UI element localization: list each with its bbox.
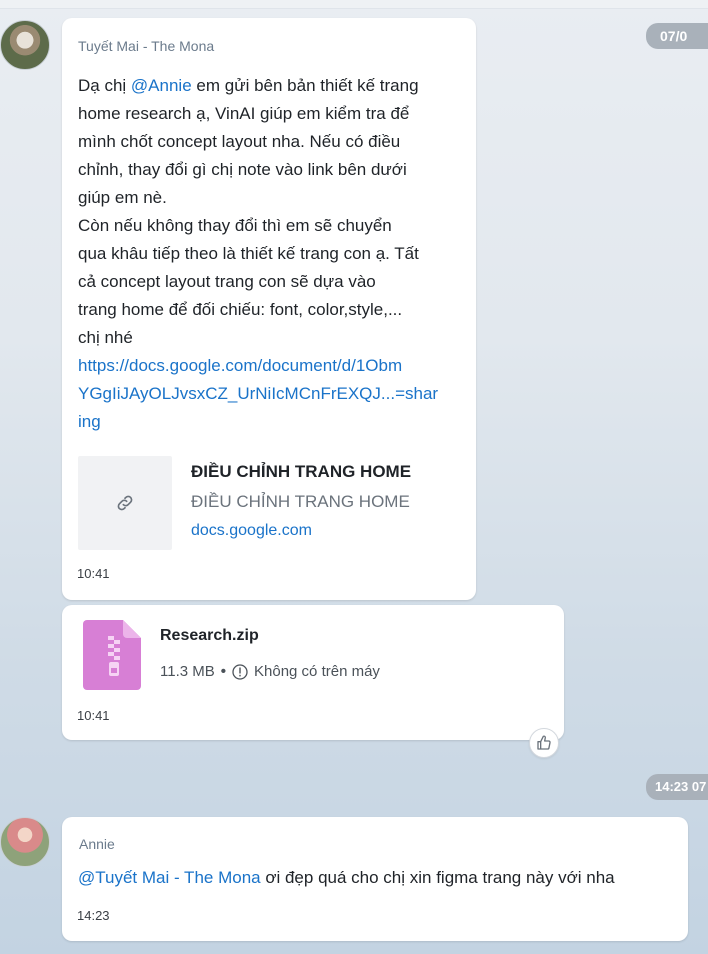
link-preview-title[interactable]: ĐIỀU CHỈNH TRANG HOME xyxy=(191,462,411,482)
text-segment: Dạ chị xyxy=(78,76,131,95)
text-segment: ơi đẹp quá cho chị xin figma trang này v… xyxy=(260,868,615,887)
message-line: chỉnh, thay đổi gì chị note vào link bên… xyxy=(78,160,407,179)
file-message-bubble[interactable]: Research.zip 11.3 MB • Không có trên máy… xyxy=(62,605,564,740)
message-bubble[interactable]: Tuyết Mai - The Mona Dạ chị @Annie em gử… xyxy=(62,18,476,600)
message-line: mình chốt concept layout nha. Nếu có điề… xyxy=(78,132,401,151)
link-preview-thumbnail[interactable] xyxy=(78,456,172,550)
message-bubble[interactable]: Annie @Tuyết Mai - The Mona ơi đẹp quá c… xyxy=(62,817,688,941)
zip-file-icon[interactable] xyxy=(83,620,141,690)
link-preview-description: ĐIỀU CHỈNH TRANG HOME xyxy=(191,492,410,511)
message-line: Còn nếu không thay đổi thì em sẽ chuyển xyxy=(78,216,392,235)
link-preview-domain[interactable]: docs.google.com xyxy=(191,522,312,540)
message-line: giúp em nè. xyxy=(78,188,167,207)
file-name[interactable]: Research.zip xyxy=(160,627,259,645)
reaction-button[interactable] xyxy=(529,728,559,758)
file-status: Không có trên máy xyxy=(254,663,380,680)
info-icon xyxy=(232,663,248,680)
message-line: qua khâu tiếp theo là thiết kế trang con… xyxy=(78,244,419,263)
document-link[interactable]: https://docs.google.com/document/d/1Obm xyxy=(78,352,438,380)
date-separator: 07/0 xyxy=(646,23,708,49)
message-line: cả concept layout trang con sẽ dựa vào xyxy=(78,272,376,291)
message-time: 10:41 xyxy=(77,708,110,723)
separator-dot: • xyxy=(220,663,227,680)
avatar[interactable] xyxy=(0,817,50,867)
message-time: 14:23 xyxy=(77,908,110,923)
sender-name[interactable]: Tuyết Mai - The Mona xyxy=(78,38,214,54)
file-meta: 11.3 MB • Không có trên máy xyxy=(160,663,380,680)
top-divider xyxy=(0,0,708,9)
message-line: trang home để đối chiếu: font, color,sty… xyxy=(78,300,403,319)
message-line: chị nhé xyxy=(78,328,133,347)
date-separator: 14:23 07 xyxy=(646,774,708,800)
document-link[interactable]: YGgIiJAyOLJvsxCZ_UrNiIcMCnFrEXQJ...=shar xyxy=(78,380,438,408)
sender-name[interactable]: Annie xyxy=(79,836,115,852)
message-text: @Tuyết Mai - The Mona ơi đẹp quá cho chị… xyxy=(78,864,615,892)
mention-link[interactable]: @Annie xyxy=(131,76,192,95)
file-size: 11.3 MB xyxy=(160,663,215,680)
link-icon xyxy=(117,495,133,511)
document-link[interactable]: ing xyxy=(78,408,438,436)
message-line: home research ạ, VinAI giúp em kiểm tra … xyxy=(78,104,410,123)
thumbs-up-icon xyxy=(537,735,551,750)
mention-link[interactable]: @Tuyết Mai - The Mona xyxy=(78,868,261,887)
avatar[interactable] xyxy=(0,20,50,70)
message-text: Dạ chị @Annie em gửi bên bản thiết kế tr… xyxy=(78,72,438,436)
text-segment: em gửi bên bản thiết kế trang xyxy=(191,76,419,95)
message-line: Dạ chị @Annie em gửi bên bản thiết kế tr… xyxy=(78,72,438,100)
message-time: 10:41 xyxy=(77,566,110,581)
